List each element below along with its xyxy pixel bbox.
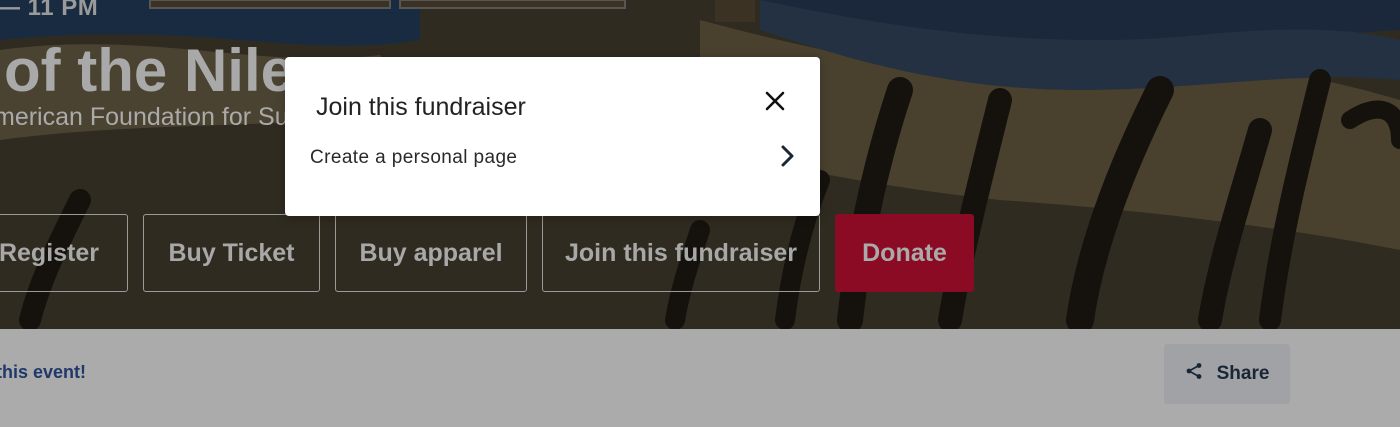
share-icon bbox=[1185, 362, 1203, 386]
share-label: Share bbox=[1216, 363, 1270, 384]
join-fundraiser-button[interactable]: Join this fundraiser bbox=[542, 214, 820, 292]
event-time: — 11 PM bbox=[0, 0, 99, 21]
buy-ticket-button[interactable]: Buy Ticket bbox=[143, 214, 320, 292]
event-title: of the Nile bbox=[4, 37, 295, 104]
join-fundraiser-modal: Join this fundraiser Create a personal p… bbox=[285, 57, 820, 216]
buy-apparel-button[interactable]: Buy apparel bbox=[335, 214, 527, 292]
close-icon bbox=[765, 91, 785, 116]
event-organizer: merican Foundation for Su bbox=[0, 103, 289, 131]
register-button[interactable]: Register bbox=[0, 214, 128, 292]
close-button[interactable] bbox=[762, 90, 788, 116]
create-personal-page-option[interactable]: Create a personal page bbox=[310, 141, 796, 175]
event-share-prompt[interactable]: this event! bbox=[0, 362, 86, 383]
create-personal-page-label: Create a personal page bbox=[310, 147, 518, 168]
share-button[interactable]: Share bbox=[1164, 344, 1290, 404]
chevron-right-icon bbox=[780, 145, 796, 172]
modal-title: Join this fundraiser bbox=[316, 93, 526, 121]
donate-button[interactable]: Donate bbox=[835, 214, 974, 292]
